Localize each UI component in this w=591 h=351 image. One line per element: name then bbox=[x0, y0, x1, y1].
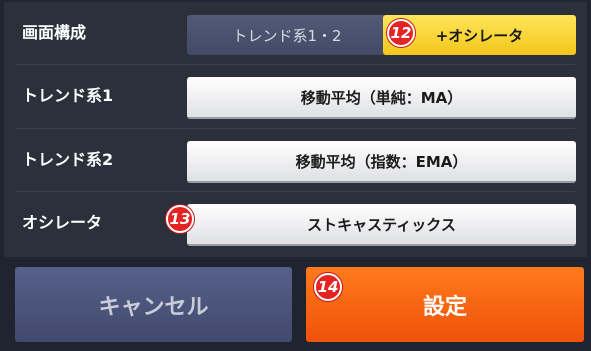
oscillator-select-button[interactable]: ストキャスティックス bbox=[187, 204, 576, 246]
cancel-button[interactable]: キャンセル bbox=[15, 267, 292, 342]
row-oscillator: オシレータ ストキャスティックス bbox=[4, 192, 587, 254]
trend-2-label: トレンド系2 bbox=[22, 150, 114, 169]
callout-badge-12: 12 bbox=[387, 19, 415, 47]
row-screen-composition: 画面構成 トレンド系1・2 +オシレータ bbox=[4, 2, 587, 64]
settings-panel: 画面構成 トレンド系1・2 +オシレータ トレンド系1 移動平均（単純：MA） … bbox=[4, 2, 587, 257]
trend-2-select-button[interactable]: 移動平均（指数：EMA） bbox=[187, 141, 576, 183]
row-trend-2: トレンド系2 移動平均（指数：EMA） bbox=[4, 129, 587, 191]
oscillator-label: オシレータ bbox=[22, 213, 103, 232]
callout-badge-14: 14 bbox=[314, 273, 342, 301]
segment-trend-1-2[interactable]: トレンド系1・2 bbox=[187, 15, 387, 55]
confirm-button[interactable]: 設定 bbox=[306, 267, 584, 342]
screen-composition-label: 画面構成 bbox=[22, 23, 87, 42]
callout-badge-13: 13 bbox=[166, 205, 194, 233]
trend-1-select-button[interactable]: 移動平均（単純：MA） bbox=[187, 77, 576, 119]
row-trend-1: トレンド系1 移動平均（単純：MA） bbox=[4, 65, 587, 127]
trend-1-label: トレンド系1 bbox=[22, 86, 114, 105]
